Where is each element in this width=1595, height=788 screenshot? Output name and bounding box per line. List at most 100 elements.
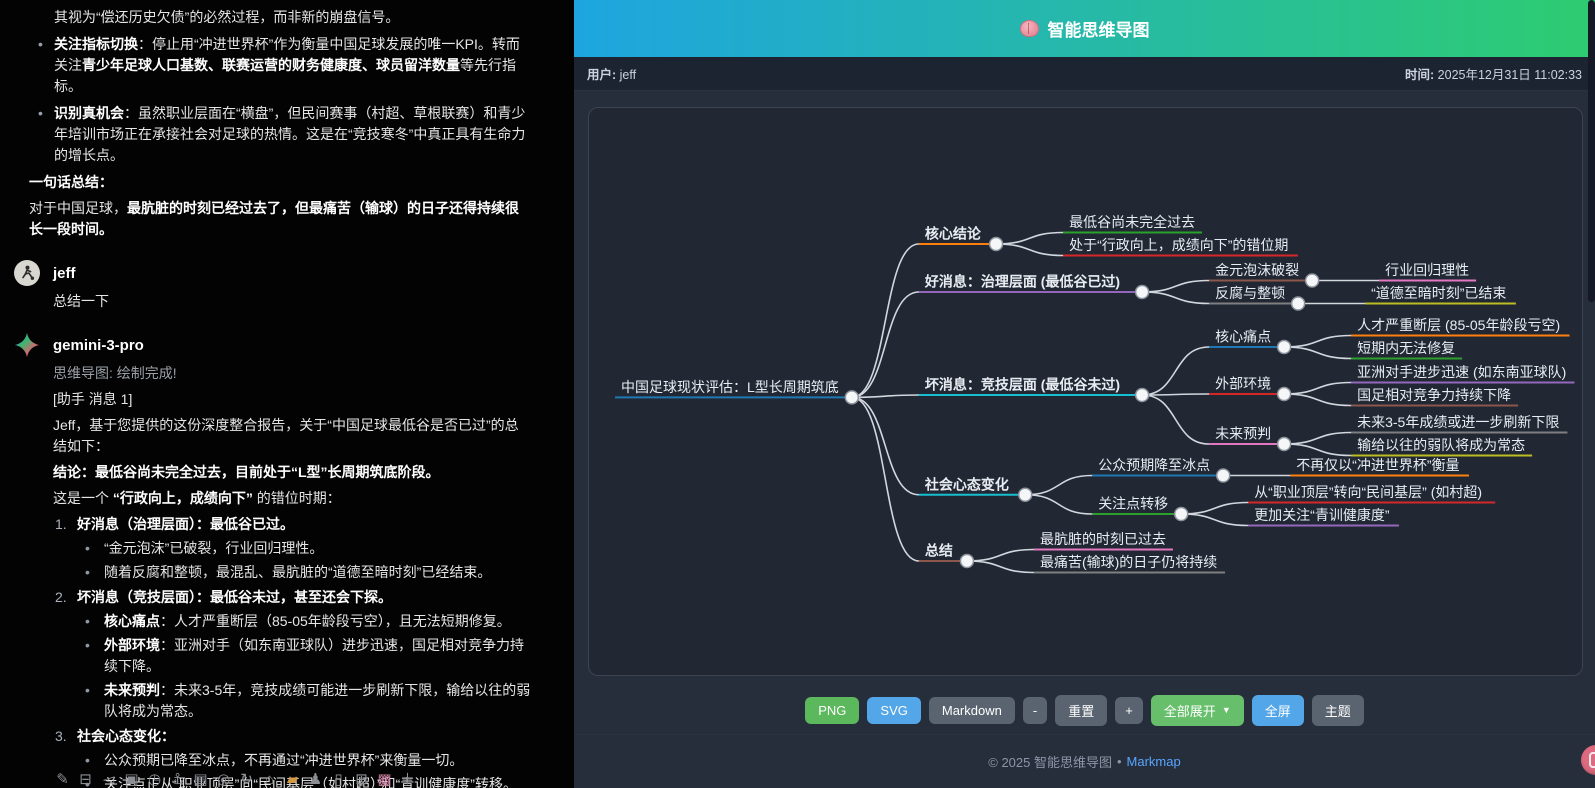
mindmap-node-label: 社会心态变化 bbox=[924, 476, 1009, 492]
user-icon[interactable]: ♟ bbox=[308, 772, 323, 787]
mindmap-node-label: 关注点转移 bbox=[1098, 496, 1168, 512]
reset-button[interactable]: 重置 bbox=[1055, 695, 1107, 726]
markmap-link[interactable]: Markmap bbox=[1127, 754, 1181, 769]
copyright-text: © 2025 智能思维导图 bbox=[988, 752, 1112, 771]
scrollbar-thumb[interactable] bbox=[1588, 0, 1595, 302]
timestamp: 2025年12月31日 11:02:33 bbox=[1438, 68, 1582, 82]
mindmap-node-toggle[interactable] bbox=[1278, 341, 1291, 354]
chevron-down-icon: ▼ bbox=[1222, 705, 1231, 715]
mindmap-node-toggle[interactable] bbox=[845, 391, 858, 404]
mindmap-node-label: 中国足球现状评估：L型长周期筑底 bbox=[621, 379, 839, 395]
fullscreen-button[interactable]: 全屏 bbox=[1252, 695, 1304, 726]
mindmap-node-label: 不再仅以“冲进世界杯”衡量 bbox=[1296, 457, 1459, 473]
mindmap-node-toggle[interactable] bbox=[1292, 297, 1305, 310]
message-paragraph: 这是一个 “行政向上，成绩向下” 的错位时期： bbox=[53, 488, 532, 509]
numbered-item: 2.坏消息（竞技层面）：最低谷未过，甚至还会下探。核心痛点：人才严重断层（85-… bbox=[59, 587, 532, 722]
save-icon[interactable]: ▤ bbox=[193, 772, 208, 787]
mindmap-node-toggle[interactable] bbox=[1306, 274, 1319, 287]
sub-bullet-item: 公众预期已降至冰点，不再通过“冲进世界杯”来衡量一切。 bbox=[104, 750, 532, 771]
anchor-icon[interactable]: ⚓ bbox=[170, 772, 185, 787]
gemini-avatar bbox=[14, 332, 40, 358]
mindmap-node-toggle[interactable] bbox=[1019, 488, 1032, 501]
mindmap-node-label: 行业回归理性 bbox=[1385, 262, 1469, 278]
mindmap-node-label: 亚洲对手进步迅速 (如东南亚球队) bbox=[1357, 364, 1566, 380]
mindmap-node-label: 未来预判 bbox=[1215, 426, 1271, 442]
file-icon[interactable]: ▯ bbox=[331, 772, 346, 787]
expand-all-button[interactable]: 全部展开▼ bbox=[1151, 695, 1244, 726]
mindmap-node-label: 未来3-5年成绩或进一步刷新下限 bbox=[1357, 414, 1559, 430]
folder-icon[interactable]: ▰ bbox=[285, 772, 300, 787]
plus-icon[interactable]: ＋ bbox=[400, 772, 415, 787]
mindmap-node-toggle[interactable] bbox=[1278, 388, 1291, 401]
mindmap-main: 中国足球现状评估：L型长周期筑底 核心结论 最低谷尚未完全过去处于“行政向上，成绩向… bbox=[574, 91, 1595, 686]
image-icon[interactable]: ▣ bbox=[124, 772, 139, 787]
sub-bullet-item: “金元泡沫”已破裂，行业回归理性。 bbox=[104, 538, 532, 559]
mindmap-node-label: 反腐与整顿 bbox=[1215, 285, 1285, 301]
mindmap-node-toggle[interactable] bbox=[1217, 469, 1230, 482]
zoom-out-button[interactable]: - bbox=[1023, 697, 1047, 724]
chat-message-assistant-tail: 其视为“偿还历史欠债”的必然过程，而非新的崩盘信号。关注指标切换：停止用“冲进世… bbox=[29, 7, 532, 240]
export-png-button[interactable]: PNG bbox=[805, 697, 859, 724]
trash-icon[interactable]: ⊟ bbox=[78, 772, 93, 787]
mindmap-node-toggle[interactable] bbox=[1175, 508, 1188, 521]
mindmap-node-label: 从“职业顶层”转向“民间基层” (如村超) bbox=[1254, 484, 1482, 500]
export-svg-button[interactable]: SVG bbox=[867, 697, 920, 724]
pencil-icon[interactable]: ✎ bbox=[55, 772, 70, 787]
jeff-avatar bbox=[14, 260, 40, 286]
mindmap-node-toggle[interactable] bbox=[960, 555, 973, 568]
mindmap-node-label: “道德至暗时刻”已结束 bbox=[1371, 285, 1506, 301]
user-label: 用户: bbox=[587, 68, 616, 82]
info-bar: 用户: jeff 时间: 2025年12月31日 11:02:33 bbox=[574, 57, 1595, 91]
mindmap-toolbar: PNG SVG Markdown-重置 + 全部展开▼ 全屏主题 bbox=[574, 686, 1595, 734]
mindmap-node-toggle[interactable] bbox=[1278, 438, 1291, 451]
brain-icon bbox=[1020, 20, 1039, 37]
message-author: gemini-3-pro bbox=[53, 335, 144, 356]
mindmap-node-label: 金元泡沫破裂 bbox=[1215, 262, 1299, 278]
bullet-list: 其视为“偿还历史欠债”的必然过程，而非新的崩盘信号。关注指标切换：停止用“冲进世… bbox=[29, 7, 532, 166]
message-paragraph: 总结一下 bbox=[53, 291, 532, 312]
chat-panel[interactable]: 其视为“偿还历史欠债”的必然过程，而非新的崩盘信号。关注指标切换：停止用“冲进世… bbox=[0, 0, 574, 788]
mindmap-node-label: 核心痛点 bbox=[1215, 329, 1271, 345]
message-paragraph: [助手 消息 1] bbox=[53, 389, 532, 410]
mindmap-node-label: 好消息：治理层面 (最低谷已过) bbox=[924, 274, 1120, 290]
record-icon[interactable]: ◎ bbox=[216, 772, 231, 787]
bullet-item: 关注指标切换：停止用“冲进世界杯”作为衡量中国足球发展的唯一KPI。转而关注青少… bbox=[29, 34, 532, 97]
chat-message-assistant: gemini-3-pro思维导图: 绘制完成![助手 消息 1]Jeff，基于您… bbox=[29, 332, 532, 788]
mindmap-node-toggle[interactable] bbox=[1136, 286, 1149, 299]
numbered-list: 1.好消息（治理层面）：最低谷已过。“金元泡沫”已破裂，行业回归理性。随着反腐和… bbox=[59, 514, 532, 788]
message-header: jeff bbox=[14, 260, 532, 286]
message-paragraph: 对于中国足球，最肮脏的时刻已经过去了，但最痛苦（输球）的日子还得持续很长一段时间… bbox=[29, 198, 532, 240]
mindmap-node-toggle[interactable] bbox=[990, 238, 1003, 251]
mindmap-node-label: 最肮脏的时刻已过去 bbox=[1040, 531, 1166, 547]
sub-bullet-item: 随着反腐和整顿，最混乱、最肮脏的“道德至暗时刻”已经结束。 bbox=[104, 562, 532, 583]
message-paragraph: 结论：最低谷尚未完全过去，目前处于“L型”长周期筑底阶段。 bbox=[53, 462, 532, 483]
refresh-icon[interactable]: ↻ bbox=[239, 772, 254, 787]
message-paragraph: 思维导图: 绘制完成! bbox=[53, 363, 532, 384]
mindmap-canvas[interactable]: 中国足球现状评估：L型长周期筑底 核心结论 最低谷尚未完全过去处于“行政向上，成绩向… bbox=[589, 108, 1582, 676]
grid-icon[interactable]: ⊞ bbox=[354, 772, 369, 787]
mindmap-node-label: 更加关注“青训健康度” bbox=[1254, 507, 1390, 523]
mindmap-node-label: 核心结论 bbox=[925, 226, 982, 242]
sub-bullet-item: 未来预判：未来3-5年，竞技成绩可能进一步刷新下限，输给以往的弱队将成为常态。 bbox=[104, 680, 532, 722]
zoom-in-button[interactable]: + bbox=[1115, 697, 1143, 724]
mindmap-node-label: 处于“行政向上，成绩向下”的错位期 bbox=[1069, 237, 1288, 253]
mindmap-node-toggle[interactable] bbox=[1136, 389, 1149, 402]
home-icon[interactable]: ⌂ bbox=[262, 772, 277, 787]
mindmap-node-label: 输给以往的弱队将成为常态 bbox=[1357, 437, 1525, 453]
sub-bullet-item: 核心痛点：人才严重断层（85-05年龄段亏空），且无法短期修复。 bbox=[104, 611, 532, 632]
user-name: jeff bbox=[620, 68, 636, 82]
mindmap-node-label: 总结 bbox=[925, 543, 953, 559]
mindmap-node-label: 人才严重断层 (85-05年龄段亏空) bbox=[1357, 317, 1560, 333]
mindmap-node-label: 公众预期降至冰点 bbox=[1098, 457, 1210, 473]
message-paragraph: 一句话总结： bbox=[29, 172, 532, 193]
mindmap-container: 中国足球现状评估：L型长周期筑底 核心结论 最低谷尚未完全过去处于“行政向上，成绩向… bbox=[588, 107, 1583, 676]
clock-icon[interactable]: ◷ bbox=[147, 772, 162, 787]
speaker-icon[interactable]: ◅ bbox=[101, 772, 116, 787]
apps-icon[interactable]: ▩ bbox=[377, 772, 392, 787]
mindmap-node-label: 外部环境 bbox=[1215, 376, 1271, 392]
chat-message-list: 其视为“偿还历史欠债”的必然过程，而非新的崩盘信号。关注指标切换：停止用“冲进世… bbox=[0, 0, 574, 788]
export-markdown-button[interactable]: Markdown bbox=[929, 697, 1015, 724]
theme-button[interactable]: 主题 bbox=[1312, 695, 1364, 726]
bullet-item: 识别真机会：虽然职业层面在“横盘”，但民间赛事（村超、草根联赛）和青少年培训市场… bbox=[29, 103, 532, 166]
mindmap-node-label: 最低谷尚未完全过去 bbox=[1069, 214, 1195, 230]
